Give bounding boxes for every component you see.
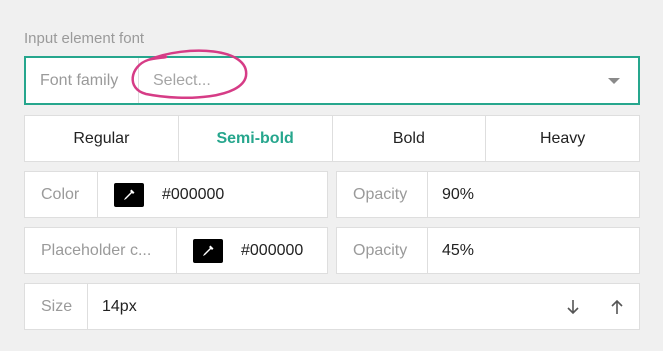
font-family-value[interactable]: Select... (139, 72, 608, 90)
color-opacity-field: Opacity 90% (336, 171, 640, 218)
divider (97, 172, 98, 217)
opacity-label: Opacity (353, 241, 408, 259)
weight-heavy[interactable]: Heavy (485, 115, 640, 162)
color-opacity-value[interactable]: 90% (428, 186, 474, 204)
placeholder-opacity-field: Opacity 45% (336, 227, 640, 274)
color-hex-value[interactable]: #000000 (144, 186, 224, 204)
placeholder-opacity-value[interactable]: 45% (428, 242, 474, 260)
font-family-label: Font family (40, 71, 119, 89)
placeholder-color-field: Placeholder c... #000000 (24, 227, 328, 274)
weight-bold[interactable]: Bold (331, 115, 487, 162)
size-label: Size (41, 297, 73, 315)
eyedropper-icon (203, 245, 214, 256)
chevron-down-icon[interactable] (608, 77, 620, 84)
weight-regular[interactable]: Regular (24, 115, 179, 162)
section-label: Input element font (24, 30, 145, 47)
opacity-label: Opacity (353, 185, 408, 203)
size-field: Size 14px (24, 283, 640, 330)
font-weight-segmented-control: Regular Semi-bold Bold Heavy (24, 115, 640, 162)
arrow-up-icon[interactable] (595, 299, 639, 315)
font-family-select[interactable]: Font family Select... (24, 49, 640, 105)
placeholder-color-label: Placeholder c... (41, 241, 152, 259)
divider (176, 228, 177, 273)
placeholder-color-hex-value[interactable]: #000000 (223, 242, 303, 260)
color-swatch[interactable] (114, 182, 144, 207)
arrow-down-icon[interactable] (551, 299, 595, 315)
weight-semi-bold[interactable]: Semi-bold (177, 115, 333, 162)
eyedropper-icon (124, 189, 135, 200)
size-value[interactable]: 14px (88, 298, 551, 316)
color-label: Color (41, 185, 80, 203)
color-field: Color #000000 (24, 171, 328, 218)
placeholder-color-swatch[interactable] (193, 238, 223, 263)
